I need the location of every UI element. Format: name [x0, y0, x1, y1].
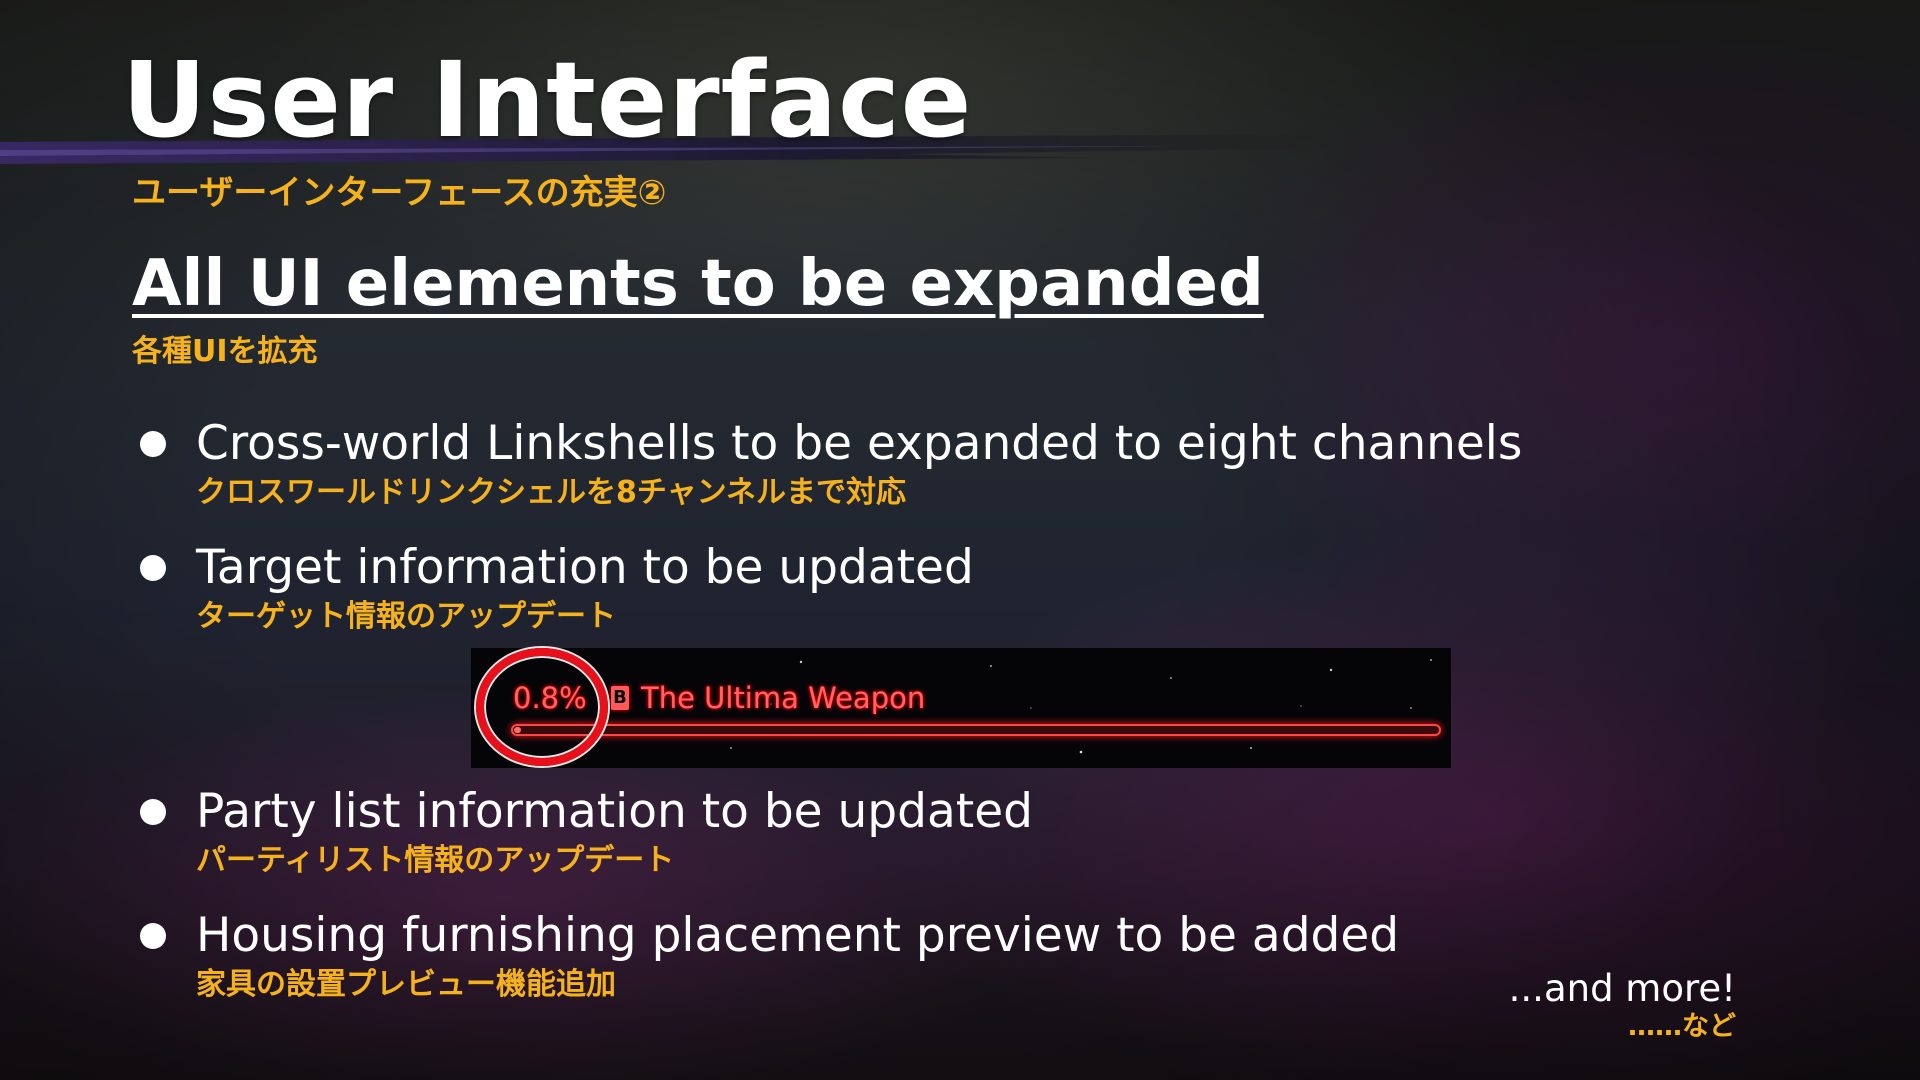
target-name: The Ultima Weapon: [641, 681, 926, 715]
bullet-dot-icon: [140, 923, 166, 949]
slide-title: User Interface: [122, 39, 973, 161]
bullet-dot-icon: [140, 799, 166, 825]
section-heading: All UI elements to be expanded: [132, 247, 1264, 321]
bullet-text-jp: パーティリスト情報のアップデート: [196, 843, 675, 878]
highlight-circle: [476, 648, 608, 766]
target-hp-bar: [511, 724, 1441, 736]
bullet-text-jp: ターゲット情報のアップデート: [196, 599, 616, 634]
bullet-dot-icon: [140, 431, 166, 457]
target-info-screenshot: 0.8% B The Ultima Weapon: [471, 648, 1451, 768]
and-more-text-jp: ……など: [1628, 1011, 1736, 1042]
and-more-text: ...and more!: [1508, 967, 1736, 1010]
slide-subtitle-jp: ユーザーインターフェースの充実②: [132, 173, 667, 213]
slide: User Interface ユーザーインターフェースの充実② All UI e…: [0, 0, 1920, 1080]
bullet-text: Housing furnishing placement preview to …: [196, 908, 1400, 963]
bullet-text-jp: クロスワールドリンクシェルを8チャンネルまで対応: [196, 475, 906, 510]
section-heading-jp: 各種UIを拡充: [132, 334, 318, 369]
bullet-dot-icon: [140, 555, 166, 581]
bullet-text: Cross-world Linkshells to be expanded to…: [196, 416, 1523, 471]
target-level-icon: B: [611, 686, 629, 710]
bullet-text: Target information to be updated: [196, 540, 974, 595]
bullet-text-jp: 家具の設置プレビュー機能追加: [196, 967, 616, 1002]
bullet-text: Party list information to be updated: [196, 784, 1033, 839]
